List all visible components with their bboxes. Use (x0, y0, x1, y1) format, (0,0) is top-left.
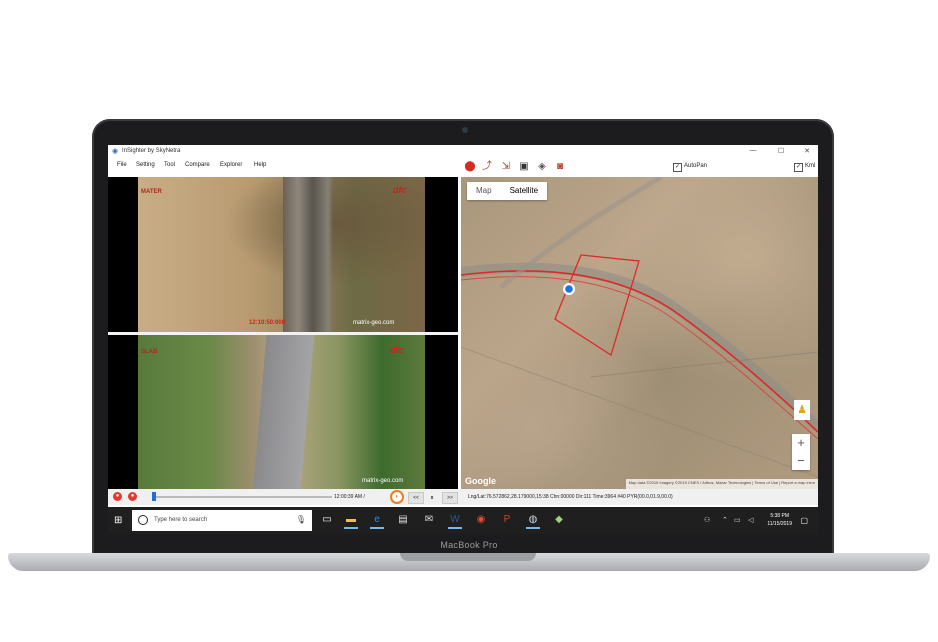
street-view-pegman-icon[interactable]: ♟ (794, 400, 810, 420)
seek-track[interactable] (152, 496, 332, 498)
windows-start-icon[interactable]: ⊞ (114, 515, 122, 526)
microphone-icon[interactable]: 🎙 (296, 515, 306, 524)
save-icon[interactable]: ▣ (518, 161, 530, 173)
menu-explorer[interactable]: Explorer (220, 162, 242, 168)
map-type-satellite[interactable]: Satellite (501, 182, 547, 199)
zoom-out-button[interactable]: − (792, 452, 810, 470)
video-area: MATER dfc 12:10:50:000 matrix-geo.com SL… (108, 177, 458, 489)
menu-setting[interactable]: Setting (136, 162, 155, 168)
map-pin-icon[interactable]: ⬤ (464, 161, 476, 173)
map-overlay (461, 177, 818, 478)
search-placeholder: Type here to search (154, 517, 208, 523)
map-type-control: Map Satellite (467, 182, 548, 200)
menu-tool[interactable]: Tool (164, 162, 175, 168)
minimize-button[interactable]: — (748, 147, 758, 154)
task-view-icon[interactable]: ▭ (320, 513, 334, 527)
speed-label[interactable]: x (424, 492, 440, 504)
zoom-control: + − (792, 434, 810, 470)
notification-icon[interactable]: ▢ (800, 516, 808, 525)
seek-thumb[interactable] (152, 492, 156, 501)
playback-time: 12:00:39 AM / (334, 494, 365, 500)
mail-icon[interactable]: ✉ (422, 513, 436, 527)
network-icon[interactable]: ▭ (734, 516, 741, 524)
timestamp-overlay: 12:10:50:000 (249, 320, 286, 326)
google-logo: Google (465, 476, 496, 486)
window-title: InSighter by SkyNetra (122, 148, 181, 154)
corner-label-top: MATER (141, 189, 162, 195)
corner-label-bottom: SLAB (141, 349, 158, 355)
word-icon[interactable]: W (448, 513, 462, 529)
volume-icon[interactable]: ◁ (748, 516, 753, 524)
status-line: Lng/Lat:76.572862,28.179000,15:38 Chn:00… (468, 494, 673, 500)
video-pane-top[interactable]: MATER dfc 12:10:50:000 matrix-geo.com (138, 177, 425, 332)
dfc-logo-bottom: dfc (390, 345, 404, 355)
app-taskbar-icon[interactable]: ◆ (552, 513, 566, 527)
zoom-in-button[interactable]: + (792, 434, 810, 452)
insighter-taskbar-icon[interactable]: ◍ (526, 513, 540, 529)
laptop-notch (400, 553, 536, 561)
window-titlebar: ◉ InSighter by SkyNetra — ☐ ✕ (108, 145, 818, 159)
player-bar: ● ● 12:00:39 AM / ◐ << x >> Lng/Lat:76.5… (108, 489, 818, 505)
taskbar-clock[interactable]: 5:38 PM 11/15/2019 (767, 512, 792, 528)
screen: ◉ InSighter by SkyNetra — ☐ ✕ File Setti… (108, 145, 818, 534)
app-logo-icon: ◉ (112, 148, 119, 155)
kml-label: Kml (805, 163, 816, 169)
close-button[interactable]: ✕ (802, 147, 812, 155)
autopan-checkbox[interactable]: ✓ (673, 163, 682, 172)
taskbar-search[interactable]: Type here to search 🎙 (132, 510, 312, 531)
edge-browser-icon[interactable]: e (370, 513, 384, 529)
chrome-icon[interactable]: ◉ (474, 513, 488, 527)
speed-dial-icon[interactable]: ◐ (390, 490, 404, 504)
tag-icon[interactable]: ◈ (536, 161, 548, 173)
next-button[interactable]: >> (442, 492, 458, 504)
camera-icon[interactable]: ◙ (554, 161, 566, 173)
kml-checkbox[interactable]: ✓ (794, 163, 803, 172)
store-icon[interactable]: ▤ (396, 513, 410, 527)
powerpoint-icon[interactable]: P (500, 513, 514, 527)
clock-time: 5:38 PM (770, 513, 789, 519)
maximize-button[interactable]: ☐ (776, 147, 786, 155)
menu-bar: File Setting Tool Compare Explorer Help (108, 159, 458, 173)
map-type-map[interactable]: Map (467, 182, 501, 199)
windows-taskbar: ⊞ Type here to search 🎙 ▭ ▬ e ▤ ✉ W ◉ P … (108, 507, 818, 534)
watermark-bottom: matrix-geo.com (362, 478, 404, 484)
device-label: MacBook Pro (440, 540, 498, 550)
watermark-top: matrix-geo.com (353, 320, 395, 326)
menu-compare[interactable]: Compare (185, 162, 210, 168)
menu-help[interactable]: Help (254, 162, 266, 168)
clock-date: 11/15/2019 (767, 521, 792, 527)
webcam (462, 127, 468, 133)
route-icon[interactable]: ⤴ (481, 161, 493, 173)
map-attribution[interactable]: Map data ©2019 Imagery ©2019 CNES / Airb… (625, 479, 818, 489)
people-icon[interactable]: ⚇ (704, 516, 710, 524)
autopan-label: AutoPan (684, 163, 708, 169)
video-pane-bottom[interactable]: SLAB dfc matrix-geo.com (138, 335, 425, 489)
toolbar: ⬤ ⤴ ⇲ ▣ ◈ ◙ ✓ AutoPan ✓ Kml (463, 159, 818, 177)
menu-file[interactable]: File (117, 162, 127, 168)
stop-button[interactable]: ● (113, 492, 122, 501)
dfc-logo-top: dfc (393, 185, 407, 195)
satellite-map[interactable]: Map Satellite ♟ + − Google Map data ©2019… (461, 177, 818, 489)
export-icon[interactable]: ⇲ (500, 161, 512, 173)
cortana-icon (138, 515, 148, 525)
record-button[interactable]: ● (128, 492, 137, 501)
file-explorer-icon[interactable]: ▬ (344, 513, 358, 529)
tray-chevron-icon[interactable]: ⌃ (722, 516, 728, 524)
prev-button[interactable]: << (408, 492, 424, 504)
